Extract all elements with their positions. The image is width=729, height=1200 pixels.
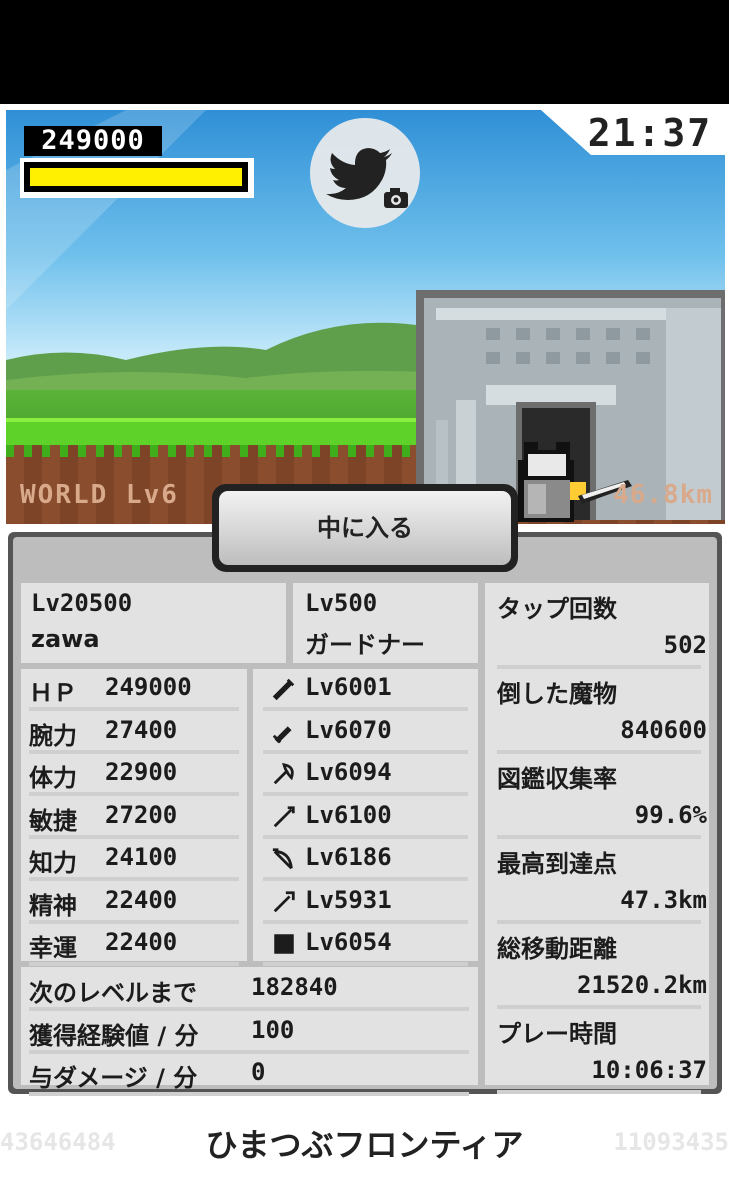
weapon-level: Lv6094 (305, 758, 392, 786)
progress-value: 182840 (251, 973, 338, 1001)
shield-icon (274, 934, 294, 954)
progress-label: 獲得経験値 / 分 (29, 1021, 199, 1050)
record-label: 図鑑収集率 (497, 765, 617, 793)
progress-underline (29, 1049, 469, 1054)
progress-label: 次のレベルまで (29, 979, 197, 1007)
player-name: zawa (31, 625, 100, 653)
axe-icon (273, 762, 294, 785)
progress-underline (29, 1092, 469, 1096)
weapon-underline (263, 749, 468, 754)
stat-underline (29, 877, 239, 881)
weapon-underline (263, 834, 468, 839)
weapon-level: Lv6070 (305, 715, 392, 744)
record-underline (497, 1090, 701, 1094)
record-value: 840600 (620, 716, 707, 744)
stat-label: 精神 (29, 891, 77, 920)
status-panel: Lv20500 zawa Lv500 ガードナー ＨＰ 249000 腕力 27400… (8, 532, 722, 1096)
record-value: 99.6% (634, 801, 707, 829)
weapon-level: Lv6186 (305, 843, 392, 871)
stat-label: 敏捷 (29, 806, 77, 835)
record-label: 倒した魔物 (497, 680, 617, 708)
weapon-underline (263, 962, 468, 966)
weapon-underline (263, 792, 468, 796)
record-underline (497, 835, 701, 839)
stat-value: 24100 (105, 843, 178, 871)
record-label: プレー時間 (497, 1020, 617, 1048)
stat-label: 知力 (29, 849, 77, 877)
record-underline (497, 920, 701, 924)
stat-label: 幸運 (29, 934, 77, 962)
status-bar (0, 0, 729, 104)
stat-underline (29, 919, 239, 924)
stat-value: 27400 (105, 715, 178, 744)
stat-value: 22400 (105, 928, 178, 956)
weapon-level: Lv6100 (305, 800, 392, 829)
record-label: タップ回数 (497, 595, 617, 623)
weapon-level: Lv5931 (305, 885, 392, 914)
enter-building-button[interactable]: 中に入る (212, 484, 518, 572)
stat-underline (29, 749, 239, 754)
record-underline (497, 750, 701, 754)
stat-value: 22400 (105, 885, 178, 914)
clock: 21:37 (587, 111, 713, 155)
stat-value: 22900 (105, 758, 178, 786)
job-level: Lv500 (305, 589, 378, 617)
record-underline (497, 1005, 701, 1009)
stat-underline (29, 792, 239, 796)
bow-icon (272, 848, 293, 870)
score-counter: 249000 (24, 126, 162, 156)
staff-icon (273, 890, 295, 912)
stat-label: 腕力 (29, 721, 77, 750)
weapon-level: Lv6001 (305, 673, 392, 701)
weapon-underline (263, 919, 468, 924)
hp-bar (20, 158, 254, 198)
record-value: 502 (663, 631, 707, 659)
stat-underline (29, 707, 239, 711)
stat-underline (29, 962, 239, 966)
stat-value: 249000 (105, 673, 192, 701)
record-label: 総移動距離 (497, 935, 617, 963)
stat-underline (29, 834, 239, 839)
footer-right-number: 11093435 (613, 1128, 729, 1156)
record-label: 最高到達点 (497, 850, 617, 878)
record-value: 47.3km (620, 886, 707, 914)
twitter-share-button[interactable] (310, 118, 420, 228)
spear-icon (273, 805, 295, 827)
world-level: WORLD Lv6 (20, 480, 179, 510)
record-underline (497, 665, 701, 669)
weapon-underline (263, 877, 468, 881)
enter-button-label: 中に入る (219, 491, 511, 565)
distance-readout: 46.8km (613, 480, 713, 510)
progress-value: 100 (251, 1015, 295, 1044)
progress-underline (29, 1007, 469, 1011)
record-value: 10:06:37 (591, 1056, 707, 1084)
weapon-level: Lv6054 (305, 928, 392, 956)
record-value: 21520.2km (576, 971, 707, 999)
stat-value: 27200 (105, 800, 178, 829)
progress-label: 与ダメージ / 分 (29, 1064, 198, 1092)
dagger-icon (272, 725, 292, 743)
player-level: Lv20500 (31, 589, 133, 617)
job-name: ガードナー (305, 631, 425, 659)
hp-bar-fill (30, 168, 242, 186)
weapon-underline (263, 707, 468, 711)
sword-icon (272, 678, 295, 701)
progress-value: 0 (251, 1058, 266, 1086)
stat-label: 体力 (29, 764, 77, 792)
stat-label: ＨＰ (29, 679, 77, 707)
twitter-bird-icon (326, 148, 408, 208)
